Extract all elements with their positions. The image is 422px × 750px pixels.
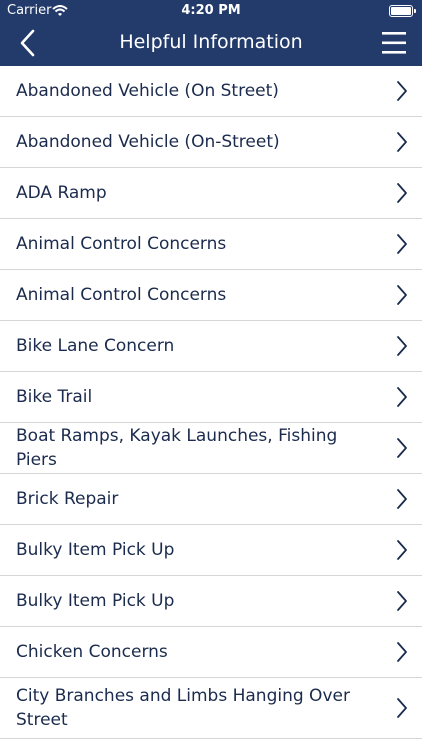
list-item[interactable]: Abandoned Vehicle (On Street) <box>0 66 422 117</box>
list-item[interactable]: Brick Repair <box>0 474 422 525</box>
navigation-bar: Helpful Information <box>0 22 422 66</box>
back-button[interactable] <box>14 26 44 60</box>
list-item[interactable]: ADA Ramp <box>0 168 422 219</box>
list-item[interactable]: Bulky Item Pick Up <box>0 525 422 576</box>
list-item[interactable]: City Branches and Limbs Hanging Over Str… <box>0 678 422 739</box>
list-item-label: Brick Repair <box>16 489 119 509</box>
app-header: Carrier 4:20 PM Helpful Information <box>0 0 422 66</box>
list-item-label: Bike Lane Concern <box>16 336 175 356</box>
menu-button[interactable] <box>380 28 408 58</box>
chevron-right-icon <box>397 698 407 718</box>
list-item-label: Bike Trail <box>16 387 93 407</box>
list-item-label: Boat Ramps, Kayak Launches, Fishing Pier… <box>16 426 338 470</box>
chevron-right-icon <box>397 642 407 662</box>
hamburger-menu-icon <box>382 32 406 54</box>
list-item[interactable]: Animal Control Concerns <box>0 219 422 270</box>
chevron-right-icon <box>397 387 407 407</box>
list-item[interactable]: Bike Trail <box>0 372 422 423</box>
list-item[interactable]: Animal Control Concerns <box>0 270 422 321</box>
list-item-label: Bulky Item Pick Up <box>16 540 175 560</box>
chevron-right-icon <box>397 489 407 509</box>
chevron-right-icon <box>397 591 407 611</box>
list-item[interactable]: Chicken Concerns <box>0 627 422 678</box>
chevron-right-icon <box>397 183 407 203</box>
list-item[interactable]: Abandoned Vehicle (On-Street) <box>0 117 422 168</box>
chevron-right-icon <box>397 285 407 305</box>
status-bar: Carrier 4:20 PM <box>0 0 422 22</box>
chevron-right-icon <box>397 81 407 101</box>
chevron-right-icon <box>397 336 407 356</box>
list-item-label: Bulky Item Pick Up <box>16 591 175 611</box>
chevron-right-icon <box>397 132 407 152</box>
chevron-right-icon <box>397 234 407 254</box>
list-item-label: City Branches and Limbs Hanging Over Str… <box>16 686 350 730</box>
info-list: Abandoned Vehicle (On Street) Abandoned … <box>0 66 422 739</box>
list-item-label: Animal Control Concerns <box>16 285 227 305</box>
page-title: Helpful Information <box>119 31 303 53</box>
list-item-label: Abandoned Vehicle (On Street) <box>16 81 279 101</box>
list-item-label: Abandoned Vehicle (On-Street) <box>16 132 280 152</box>
list-item-label: Animal Control Concerns <box>16 234 227 254</box>
list-item[interactable]: Boat Ramps, Kayak Launches, Fishing Pier… <box>0 423 422 474</box>
chevron-right-icon <box>397 540 407 560</box>
status-time: 4:20 PM <box>181 3 241 18</box>
list-item-label: ADA Ramp <box>16 183 107 203</box>
chevron-right-icon <box>397 438 407 458</box>
battery-icon <box>389 5 416 17</box>
list-item[interactable]: Bulky Item Pick Up <box>0 576 422 627</box>
chevron-left-icon <box>20 29 35 57</box>
list-item[interactable]: Bike Lane Concern <box>0 321 422 372</box>
list-item-label: Chicken Concerns <box>16 642 168 662</box>
